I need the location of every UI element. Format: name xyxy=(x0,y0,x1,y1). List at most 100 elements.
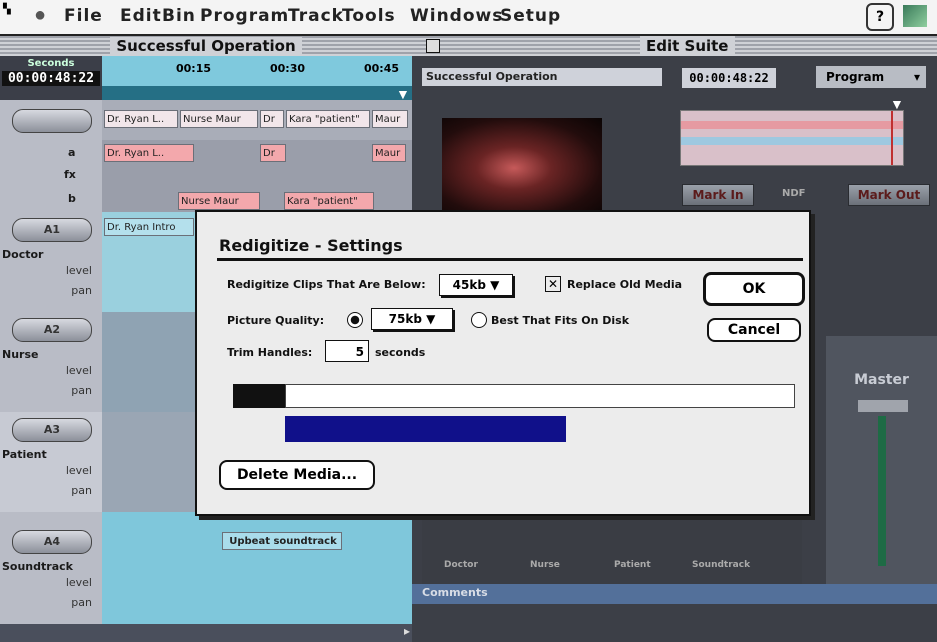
audio-clip[interactable]: Dr. Ryan Intro xyxy=(104,218,194,236)
mark-in-button[interactable]: Mark In xyxy=(682,184,754,206)
progress-fill xyxy=(285,416,566,442)
replace-old-media-checkbox[interactable]: ✕ xyxy=(545,276,561,292)
clips-below-value: 45kb xyxy=(452,278,486,292)
menu-bin[interactable]: Bin xyxy=(162,6,196,26)
trim-handles-input[interactable]: 5 xyxy=(325,340,369,362)
track-a4-header: A4 Soundtrack level pan xyxy=(0,512,102,625)
timeline-scrollbar[interactable]: ▸ xyxy=(0,624,412,642)
trim-unit-label: seconds xyxy=(375,346,426,359)
track-a3-button[interactable]: A3 xyxy=(12,418,92,442)
corner-mark: ▚ xyxy=(3,4,11,15)
a-clip[interactable]: Dr xyxy=(260,144,286,162)
track-a4-button[interactable]: A4 xyxy=(12,530,92,554)
timeline-title: Successful Operation xyxy=(110,37,302,55)
progress-indicator-block xyxy=(233,384,287,408)
video-clip[interactable]: Maur xyxy=(372,110,408,128)
delete-media-button[interactable]: Delete Media... xyxy=(219,460,375,490)
timeline-timecode: 00:00:48:22 xyxy=(2,71,100,86)
track-name: Doctor xyxy=(2,248,44,261)
app-icon[interactable] xyxy=(903,5,927,27)
effect-tracks-header: a fx b xyxy=(0,140,102,213)
channel-label: Nurse xyxy=(530,560,560,570)
menu-setup[interactable]: Setup xyxy=(500,6,561,26)
chevron-down-icon: ▼ xyxy=(426,312,436,326)
replace-old-media-label: Replace Old Media xyxy=(567,278,683,291)
master-mixer: Master xyxy=(826,336,937,592)
seconds-panel: Seconds 00:00:48:22 xyxy=(0,56,102,100)
track-a3-header: A3 Patient level pan xyxy=(0,412,102,513)
pan-label: pan xyxy=(71,284,92,297)
video-track-button[interactable] xyxy=(12,109,92,133)
menu-track[interactable]: Track xyxy=(288,6,344,26)
track-a1-button[interactable]: A1 xyxy=(12,218,92,242)
video-clip[interactable]: Nurse Maur xyxy=(180,110,258,128)
video-track-header xyxy=(0,100,102,141)
video-clip[interactable]: Dr. Ryan L.. xyxy=(104,110,178,128)
preview-track xyxy=(681,121,903,129)
channel-label: Soundtrack xyxy=(692,560,751,570)
position-marker-icon[interactable]: ▼ xyxy=(890,96,904,112)
apple-icon[interactable]: ● xyxy=(34,4,46,27)
time-ruler[interactable]: 00:15 00:30 00:45 ▼ xyxy=(102,56,412,102)
video-clip[interactable]: Kara "patient" xyxy=(286,110,370,128)
ndf-label: NDF xyxy=(782,188,806,199)
mark-out-button[interactable]: Mark Out xyxy=(848,184,930,206)
scroll-arrow-icon[interactable]: ▸ xyxy=(404,624,410,638)
master-label: Master xyxy=(854,372,909,388)
video-clip[interactable]: Dr xyxy=(260,110,284,128)
b-clip[interactable]: Kara "patient" xyxy=(284,192,374,210)
best-fit-radio[interactable] xyxy=(471,312,487,328)
timeline-titlebar[interactable]: Successful Operation xyxy=(0,36,412,56)
menu-program[interactable]: Program xyxy=(200,6,289,26)
a-clip[interactable]: Dr. Ryan L.. xyxy=(104,144,194,162)
menu-windows[interactable]: Windows xyxy=(410,6,503,26)
mode-select[interactable]: Program ▾ xyxy=(816,66,926,88)
menu-tools[interactable]: Tools xyxy=(342,6,396,26)
preview-track xyxy=(681,137,903,145)
edit-suite-titlebar[interactable]: Edit Suite xyxy=(412,36,937,56)
a-clip[interactable]: Maur xyxy=(372,144,406,162)
picture-quality-label: Picture Quality: xyxy=(227,314,325,327)
picture-quality-select[interactable]: 75kb ▼ xyxy=(371,308,453,330)
level-label: level xyxy=(65,364,92,377)
program-timeline-preview[interactable] xyxy=(680,110,904,166)
menu-edit[interactable]: Edit xyxy=(120,6,162,26)
clip-name: Successful Operation xyxy=(422,68,662,86)
track-a4-lane: Upbeat soundtrack xyxy=(102,512,412,624)
track-a2-header: A2 Nurse level pan xyxy=(0,312,102,413)
b-clip[interactable]: Nurse Maur xyxy=(178,192,260,210)
edit-timecode: 00:00:48:22 xyxy=(682,68,776,88)
comments-bar[interactable]: Comments xyxy=(412,584,937,604)
pan-label: pan xyxy=(71,596,92,609)
ruler-tick: 00:30 xyxy=(270,62,306,75)
ruler-bar xyxy=(102,86,412,100)
pan-label: pan xyxy=(71,384,92,397)
track-a1-header: A1 Doctor level pan xyxy=(0,212,102,313)
track-a2-button[interactable]: A2 xyxy=(12,318,92,342)
track-name: Patient xyxy=(2,448,47,461)
dialog-title: Redigitize - Settings xyxy=(219,236,403,255)
video-frame xyxy=(442,118,602,218)
ok-button[interactable]: OK xyxy=(703,272,805,306)
preview-playhead xyxy=(891,111,893,165)
pan-label: pan xyxy=(71,484,92,497)
close-box-icon[interactable] xyxy=(426,39,440,53)
redigitize-settings-dialog: Redigitize - Settings Redigitize Clips T… xyxy=(195,210,811,516)
audio-clip[interactable]: Upbeat soundtrack xyxy=(222,532,342,550)
quality-radio-selected[interactable] xyxy=(347,312,363,328)
picture-quality-value: 75kb xyxy=(388,312,422,326)
master-fader[interactable] xyxy=(858,400,908,412)
cancel-button[interactable]: Cancel xyxy=(707,318,801,342)
track-b-label: b xyxy=(68,192,76,205)
track-name: Nurse xyxy=(2,348,39,361)
clips-below-label: Redigitize Clips That Are Below: xyxy=(227,278,426,291)
effect-tracks: Dr. Ryan L.. Dr Maur Nurse Maur Kara "pa… xyxy=(102,140,412,212)
level-label: level xyxy=(65,464,92,477)
track-a-label: a xyxy=(68,146,76,159)
video-track: Dr. Ryan L.. Nurse Maur Dr Kara "patient… xyxy=(102,100,412,140)
clips-below-select[interactable]: 45kb ▼ xyxy=(439,274,513,296)
level-label: level xyxy=(65,264,92,277)
balloon-help-icon[interactable]: ? xyxy=(866,3,894,31)
menu-file[interactable]: File xyxy=(64,6,103,26)
channel-label: Patient xyxy=(614,560,651,570)
